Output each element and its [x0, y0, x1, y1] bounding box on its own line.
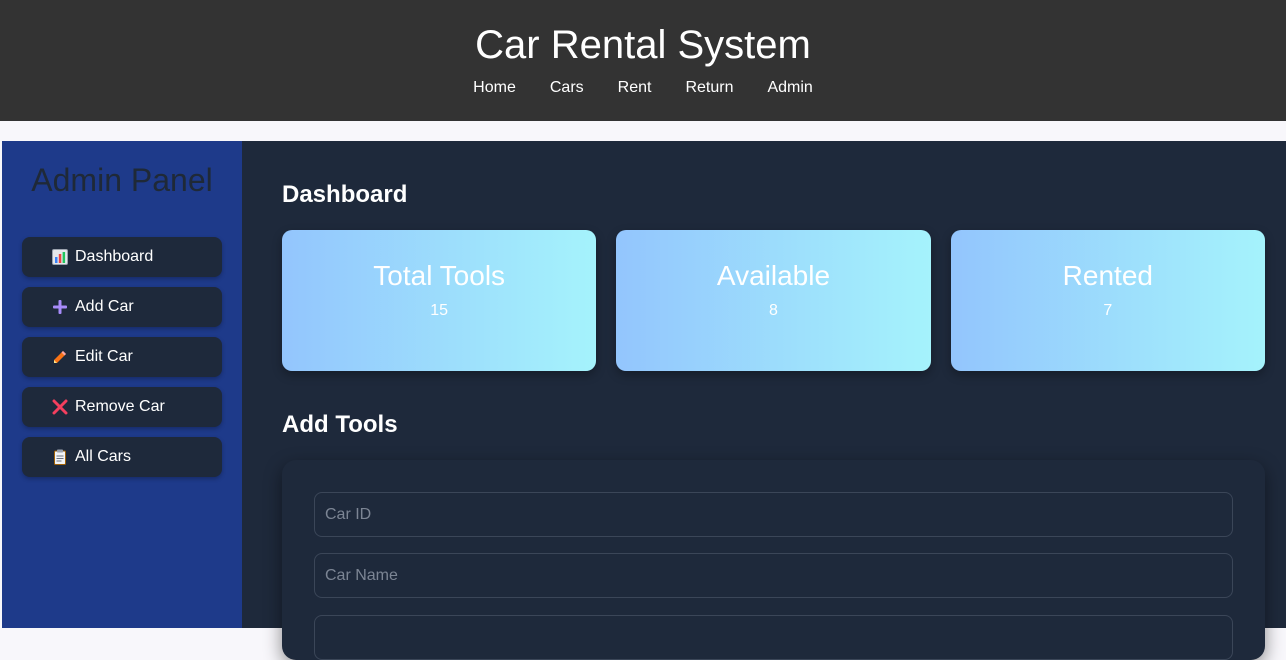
next-field-input[interactable]	[314, 615, 1233, 660]
dashboard-heading: Dashboard	[282, 181, 408, 208]
clipboard-icon	[51, 448, 69, 466]
sidebar-item-add-car[interactable]: Add Car	[22, 287, 222, 327]
stat-card-rented: Rented 7	[950, 230, 1265, 371]
sidebar-menu: Dashboard Add Car Edit Car Remove Car Al…	[22, 237, 222, 477]
nav-home-link[interactable]: Home	[473, 78, 516, 98]
app-title: Car Rental System	[475, 23, 811, 67]
bar-chart-icon	[51, 248, 69, 266]
stat-card-available: Available 8	[616, 230, 931, 371]
stat-value: 8	[769, 302, 778, 319]
stats-cards: Total Tools 15 Available 8 Rented 7	[282, 230, 1265, 371]
car-name-input[interactable]	[314, 553, 1233, 598]
sidebar-item-all-cars[interactable]: All Cars	[22, 437, 222, 477]
cross-icon	[51, 398, 69, 416]
add-tools-heading: Add Tools	[282, 411, 398, 438]
stat-value: 15	[430, 302, 449, 319]
site-header: Car Rental System Home Cars Rent Return …	[0, 0, 1286, 121]
sidebar-item-remove-car[interactable]: Remove Car	[22, 387, 222, 427]
nav-admin-link[interactable]: Admin	[767, 78, 812, 98]
nav-rent-link[interactable]: Rent	[618, 78, 652, 98]
sidebar-item-dashboard[interactable]: Dashboard	[22, 237, 222, 277]
sidebar-item-label: Edit Car	[75, 348, 133, 365]
sidebar-item-label: All Cars	[75, 448, 132, 465]
admin-sidebar: Admin Panel Dashboard Add Car Edit Car R…	[2, 141, 242, 628]
add-car-form	[282, 460, 1265, 660]
sidebar-title: Admin Panel	[31, 162, 213, 198]
stat-label: Total Tools	[373, 260, 506, 291]
sidebar-item-label: Add Car	[75, 298, 134, 315]
stat-label: Available	[716, 260, 831, 291]
sidebar-item-label: Remove Car	[75, 398, 165, 415]
stat-card-total: Total Tools 15	[282, 230, 597, 371]
admin-layout: Admin Panel Dashboard Add Car Edit Car R…	[2, 141, 1286, 660]
plus-icon	[51, 298, 69, 316]
nav-return-link[interactable]: Return	[685, 78, 733, 98]
car-id-input[interactable]	[314, 492, 1233, 537]
stat-label: Rented	[1062, 260, 1153, 291]
stat-value: 7	[1103, 302, 1113, 319]
main-content: Dashboard Total Tools 15 Available 8 Ren…	[242, 141, 1286, 660]
sidebar-item-label: Dashboard	[75, 248, 154, 265]
sidebar-item-edit-car[interactable]: Edit Car	[22, 337, 222, 377]
nav-cars-link[interactable]: Cars	[550, 78, 584, 98]
pencil-icon	[51, 348, 69, 366]
main-nav: Home Cars Rent Return Admin	[0, 78, 1286, 98]
